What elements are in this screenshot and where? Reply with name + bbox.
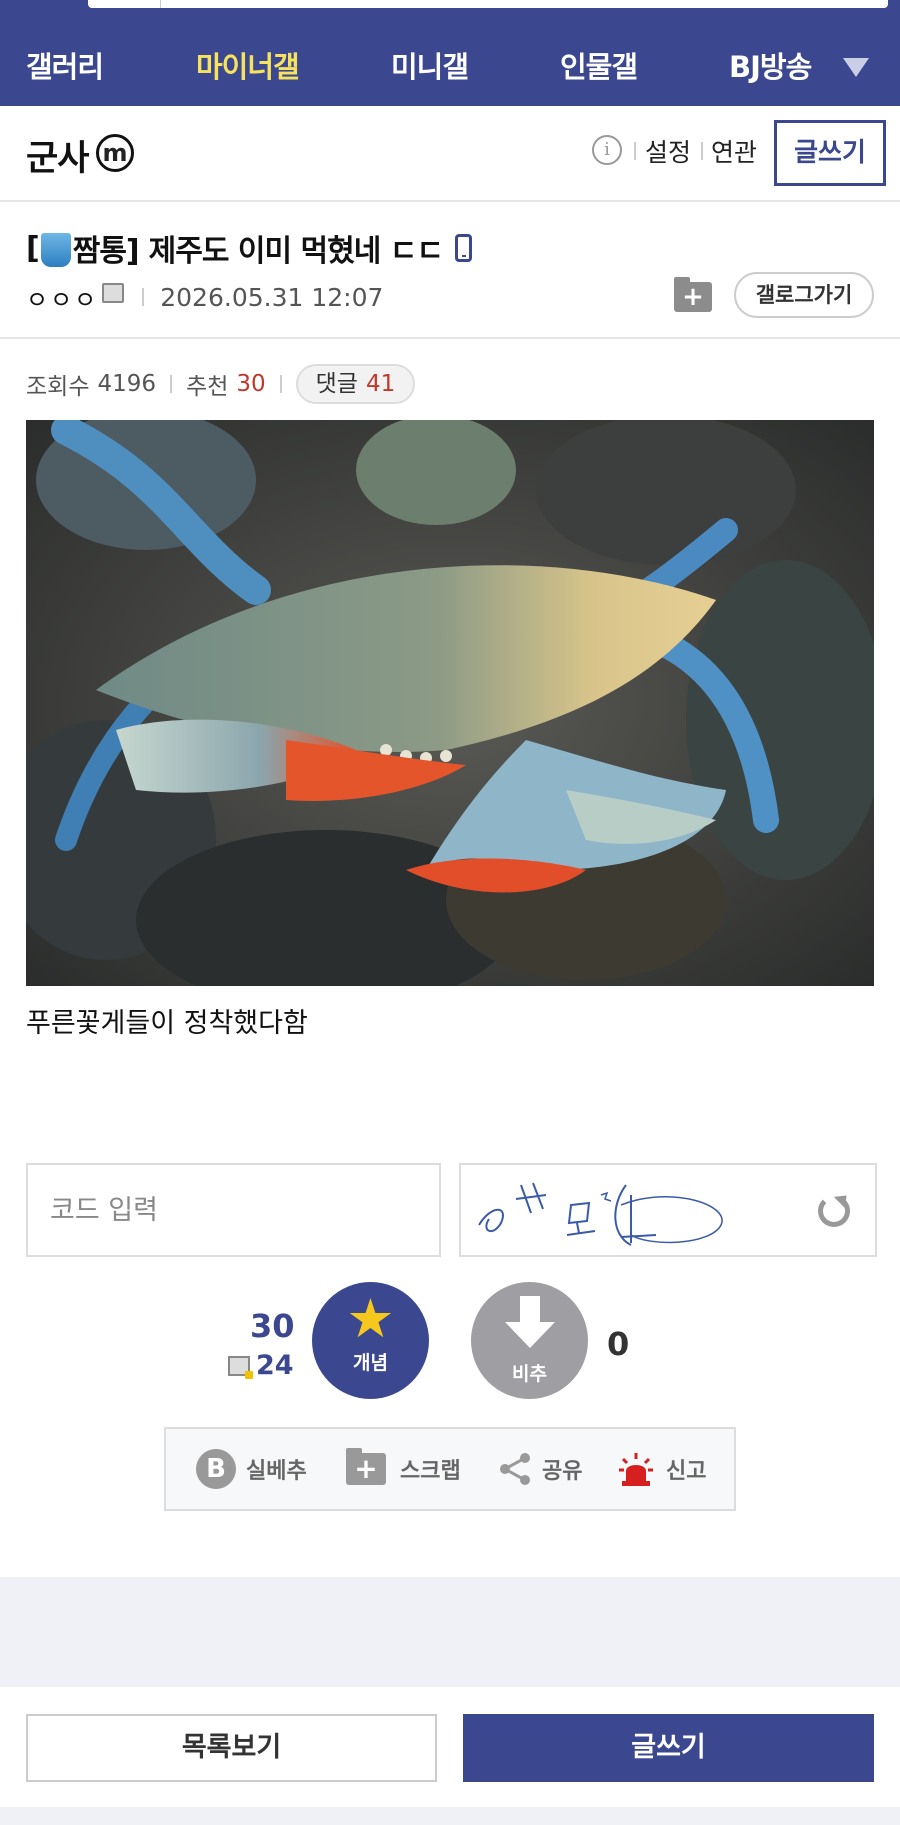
write-button[interactable]: 글쓰기 (774, 120, 886, 186)
recommend-label: 추천 (186, 374, 229, 400)
post-title-text: 제주도 이미 먹혔네 ㄷㄷ (148, 234, 444, 269)
siren-icon (618, 1451, 654, 1487)
downvote-button[interactable]: 비추 (471, 1282, 588, 1399)
arrow-down-icon (505, 1296, 555, 1352)
captcha-code-input[interactable] (26, 1163, 441, 1257)
folder-plus-icon: + (346, 1448, 386, 1485)
nickname-icon (102, 283, 125, 303)
refresh-icon[interactable] (818, 1195, 850, 1227)
footer-write-button[interactable]: 글쓰기 (463, 1714, 874, 1782)
post-meta: ㅇㅇㅇ 2026.05.31 12:07 (26, 280, 383, 314)
views-label: 조회수 (26, 374, 90, 400)
triangle-down-icon[interactable] (843, 58, 869, 77)
upvote-button[interactable]: ★ 개념 (312, 1282, 429, 1399)
post-category-tag: 짬통] (72, 234, 140, 269)
share-icon (498, 1452, 532, 1486)
views-count: 4196 (97, 371, 157, 397)
upvote-count: 30 (250, 1307, 295, 1345)
folder-plus-icon[interactable]: + (674, 277, 712, 312)
captcha-input-field[interactable] (28, 1165, 439, 1255)
info-icon[interactable]: i (592, 135, 622, 165)
settings-link[interactable]: 설정 (645, 133, 691, 169)
related-link[interactable]: 연관 (711, 133, 757, 169)
bucket-icon (40, 233, 71, 267)
mobile-icon (454, 234, 472, 262)
author-name[interactable]: ㅇㅇㅇ (26, 280, 98, 315)
gallery-header: 군사 m i 설정 연관 글쓰기 (0, 106, 900, 202)
main-nav: 갤러리 마이너갤 미니갤 인물갤 BJ방송 (0, 28, 900, 106)
gallog-button[interactable]: 갤로그가기 (734, 272, 874, 318)
share-button[interactable]: 공유 (498, 1429, 582, 1509)
captcha-image (459, 1163, 877, 1257)
nav-item-person-gallery[interactable]: 인물갤 (560, 28, 638, 106)
nav-item-bj-broadcast[interactable]: BJ방송 (729, 28, 812, 106)
list-button[interactable]: 목록보기 (26, 1714, 437, 1782)
b-badge-icon: B (196, 1449, 236, 1489)
star-icon: ★ (346, 1287, 395, 1350)
fixed-nick-icon (228, 1355, 253, 1379)
scrap-button[interactable]: + 스크랩 (346, 1429, 461, 1509)
post-title: [ 짬통] 제주도 이미 먹혔네 ㄷㄷ (26, 226, 472, 270)
separator-band (0, 1577, 900, 1687)
top-strip (0, 0, 900, 28)
crab-photo (26, 420, 874, 986)
nav-item-mini-gallery[interactable]: 미니갤 (391, 28, 469, 106)
comments-badge[interactable]: 댓글 41 (295, 364, 416, 404)
report-button[interactable]: 신고 (618, 1429, 706, 1509)
minor-gallery-badge-icon: m (96, 134, 134, 172)
search-box[interactable] (88, 0, 888, 8)
fixed-upvote-count: 24 (228, 1350, 294, 1381)
nav-item-gallery[interactable]: 갤러리 (26, 28, 104, 106)
best-recommend-button[interactable]: B 실베추 (196, 1429, 307, 1509)
post-action-bar: B 실베추 + 스크랩 공유 신고 (164, 1427, 736, 1511)
downvote-count: 0 (607, 1325, 630, 1363)
nav-item-minor-gallery[interactable]: 마이너갤 (196, 28, 300, 106)
recommend-count: 30 (236, 371, 266, 397)
post-body: 푸른꽃게들이 정착했다함 (26, 1008, 308, 1039)
post-date: 2026.05.31 12:07 (160, 282, 384, 312)
gallery-title[interactable]: 군사 (26, 130, 89, 181)
post-stats: 조회수 4196 추천 30 댓글 41 (26, 364, 416, 404)
